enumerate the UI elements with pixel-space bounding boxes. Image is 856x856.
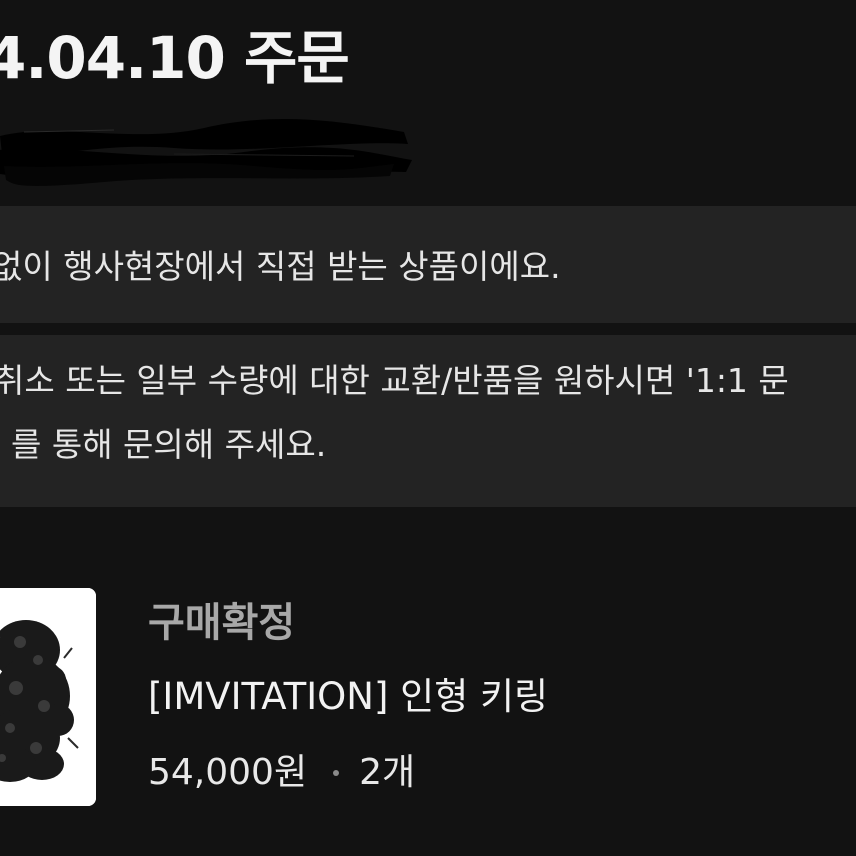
order-detail-page: 4.04.10 주문 없이 행사현장에서 직접 받는 상품이에요. 취소 또는 …: [0, 0, 856, 856]
order-number-redacted: [0, 114, 434, 194]
cancel-notice-line2-text: 를 통해 문의해 주세요.: [10, 425, 327, 464]
order-status-label: 구매확정: [148, 600, 296, 646]
product-quantity: 2개: [359, 752, 416, 793]
price-quantity-row: 54,000원 2개: [148, 748, 415, 798]
product-name[interactable]: [IMVITATION] 인형 키링: [148, 672, 548, 722]
event-pickup-notice: 없이 행사현장에서 직접 받는 상품이에요.: [0, 206, 856, 323]
event-pickup-text: 없이 행사현장에서 직접 받는 상품이에요.: [0, 247, 561, 286]
inquiry-link-fragment[interactable]: [0, 425, 11, 464]
product-price: 54,000원: [148, 752, 308, 793]
cancel-notice-line1: 취소 또는 일부 수량에 대한 교환/반품을 원하시면 '1:1 문: [0, 361, 789, 400]
separator-dot-icon: [333, 770, 340, 776]
product-thumbnail[interactable]: [0, 588, 96, 806]
order-date-title: 4.04.10 주문: [0, 24, 350, 92]
cancel-notice-line2: 를 통해 문의해 주세요.: [0, 422, 326, 468]
